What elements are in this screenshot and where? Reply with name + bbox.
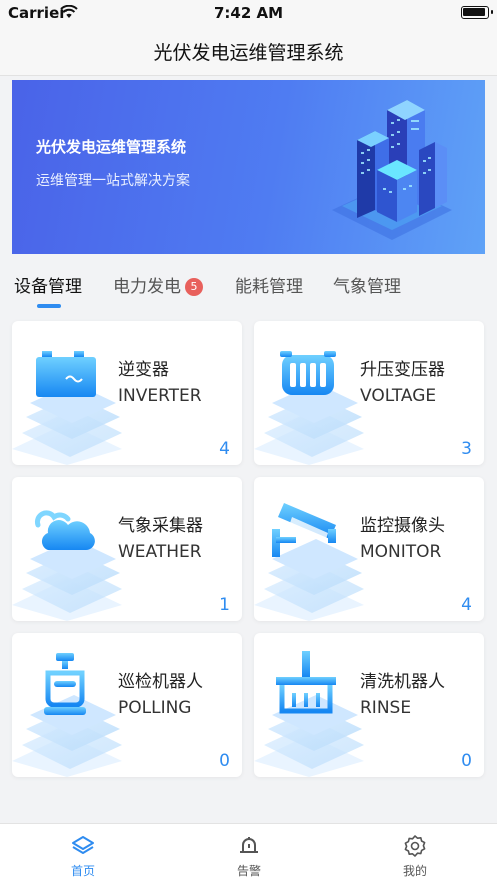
tabbar-item-alarm[interactable]: 告警 [166,824,332,883]
device-title: 逆变器 [118,360,169,380]
clock: 7:42 AM [213,4,284,22]
category-tabs: 设备管理 电力发电 5 能耗管理 气象管理 [0,268,497,308]
active-tab-indicator [37,304,61,308]
device-title: 清洗机器人 [360,672,445,692]
hero-banner[interactable]: 光伏发电运维管理系统 运维管理一站式解决方案 [12,80,485,254]
device-subtitle: POLLING [118,698,192,718]
bottom-tab-bar: 首页 告警 我的 [0,823,497,883]
banner-subtitle: 运维管理一站式解决方案 [36,173,190,189]
device-card-voltage[interactable]: 升压变压器 VOLTAGE 3 [254,321,484,465]
tabbar-label: 我的 [402,864,427,878]
device-card-weather[interactable]: 气象采集器 WEATHER 1 [12,477,242,621]
tab-label: 能耗管理 [235,277,303,297]
status-bar: Carrier 7:42 AM [0,0,497,26]
device-subtitle: RINSE [360,698,412,718]
tab-power-generation[interactable]: 电力发电 5 [113,272,203,297]
tab-energy-consumption[interactable]: 能耗管理 [235,272,303,297]
bell-icon [240,837,258,853]
device-count: 4 [219,439,230,459]
profile-icon [404,835,426,857]
device-subtitle: MONITOR [360,542,442,562]
tabbar-item-profile[interactable]: 我的 [332,824,497,883]
device-title: 气象采集器 [118,516,203,536]
device-card-rinse[interactable]: 清洗机器人 RINSE 0 [254,633,484,777]
device-title: 巡检机器人 [118,672,203,692]
page-title: 光伏发电运维管理系统 [153,42,344,64]
device-card-inverter[interactable]: 逆变器 INVERTER 4 [12,321,242,465]
robot-icon [44,653,86,715]
tab-label: 电力发电 [113,277,181,297]
inverter-icon [36,351,96,397]
camera-icon [272,503,336,557]
home-icon [72,836,94,854]
tab-label: 设备管理 [14,277,82,297]
transformer-icon [280,351,336,395]
tab-label: 气象管理 [333,277,401,297]
device-title: 监控摄像头 [360,516,445,536]
device-count: 4 [461,595,472,615]
notification-badge: 5 [185,278,203,296]
device-card-monitor[interactable]: 监控摄像头 MONITOR 4 [254,477,484,621]
tab-weather-management[interactable]: 气象管理 [333,272,401,297]
tabbar-label: 告警 [236,864,261,878]
smart-city-illustration [332,100,452,240]
tabbar-item-home[interactable]: 首页 [0,824,166,883]
navigation-bar: 光伏发电运维管理系统 [0,26,497,76]
battery-icon [461,6,493,19]
device-count: 0 [461,751,472,771]
device-count: 3 [461,439,472,459]
device-count: 0 [219,751,230,771]
tabbar-label: 首页 [70,864,95,878]
broom-icon [276,651,336,714]
banner-title: 光伏发电运维管理系统 [36,138,187,156]
device-card-polling[interactable]: 巡检机器人 POLLING 0 [12,633,242,777]
tab-device-management[interactable]: 设备管理 [14,272,82,297]
device-title: 升压变压器 [360,360,445,380]
device-subtitle: INVERTER [118,386,202,406]
device-subtitle: VOLTAGE [360,386,437,406]
device-subtitle: WEATHER [118,542,202,562]
cloud-icon [34,510,95,550]
device-count: 1 [219,595,230,615]
